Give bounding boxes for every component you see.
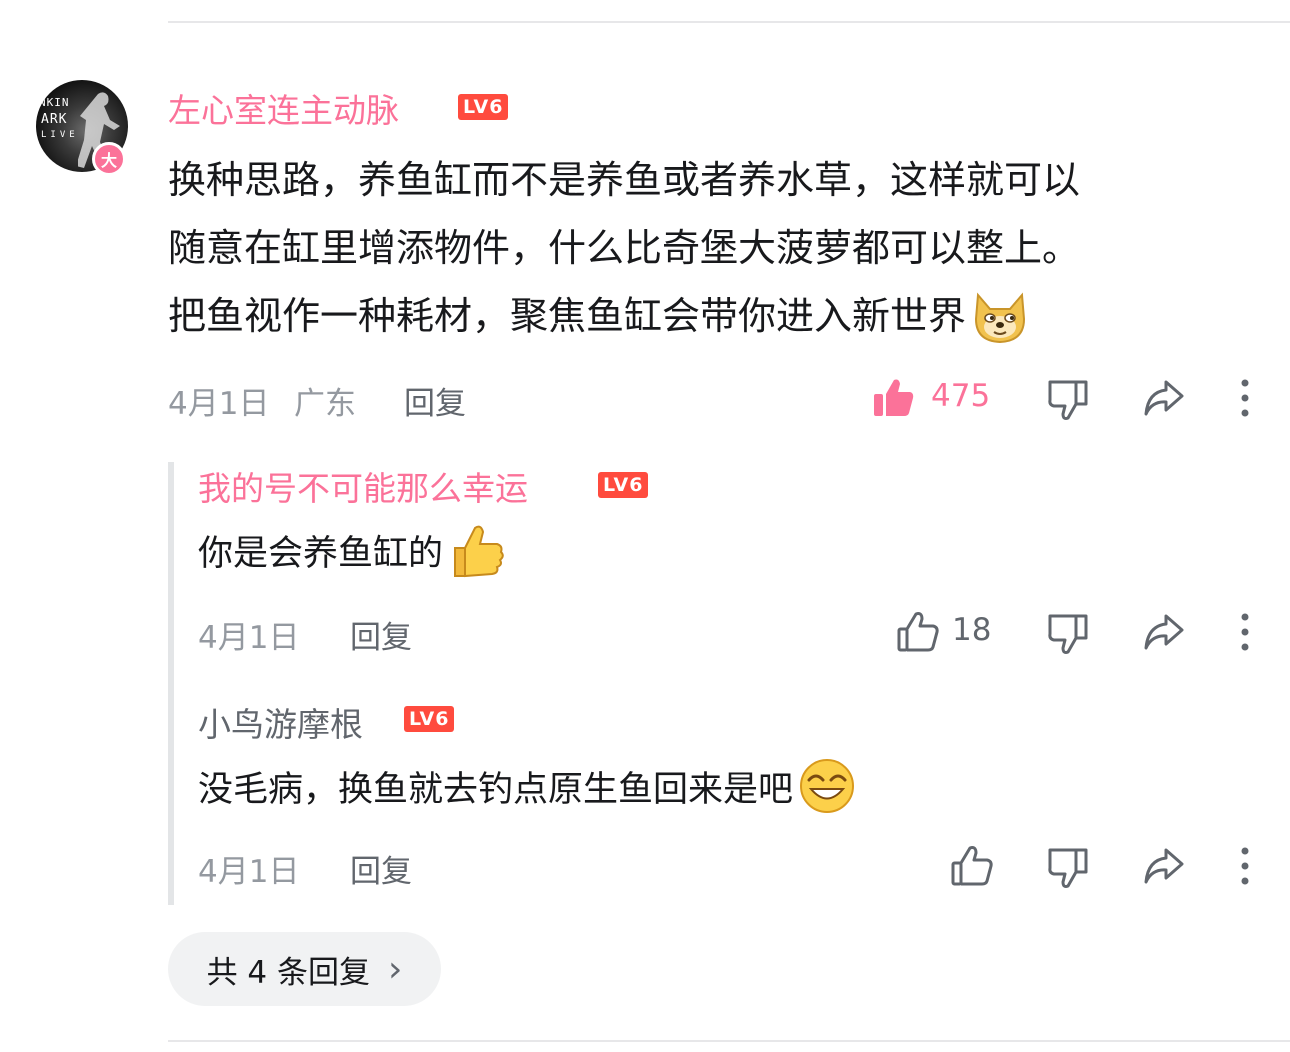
more-options-icon[interactable] xyxy=(1223,844,1267,888)
level-badge: LV6 xyxy=(458,94,509,120)
share-icon[interactable] xyxy=(1142,610,1186,654)
thumbs-up-emoji-icon xyxy=(454,525,504,578)
reply-button[interactable]: 回复 xyxy=(350,846,412,891)
more-options-icon[interactable] xyxy=(1223,610,1267,654)
reply-thread-bar xyxy=(168,462,174,905)
like-icon[interactable] xyxy=(896,610,940,654)
comment-line-1: 换种思路，养鱼缸而不是养鱼或者养水草，这样就可以 xyxy=(168,158,1081,202)
avatar-text-3: LIVE xyxy=(41,130,79,140)
avatar-text-1: NKIN xyxy=(39,96,70,109)
like-icon[interactable] xyxy=(950,844,994,888)
view-all-replies-button[interactable]: 共 4 条回复 › xyxy=(168,932,441,1006)
comment-line-3: 把鱼视作一种耗材，聚焦鱼缸会带你进入新世界 xyxy=(168,294,967,338)
grin-emoji-icon xyxy=(800,759,855,813)
reply-date: 4月1日 xyxy=(198,620,300,656)
avatar-vip-badge: 大 xyxy=(92,142,126,176)
reply-username[interactable]: 小鸟游摩根 xyxy=(198,698,363,746)
reply-button[interactable]: 回复 xyxy=(404,378,466,423)
level-badge: LV6 xyxy=(598,472,649,498)
view-all-replies-label: 共 4 条回复 xyxy=(206,954,371,991)
like-count: 475 xyxy=(931,378,991,414)
comment-date: 4月1日 xyxy=(168,386,270,422)
share-icon[interactable] xyxy=(1142,844,1186,888)
like-filled-icon[interactable] xyxy=(872,376,916,420)
share-icon[interactable] xyxy=(1142,376,1186,420)
comment-line-2: 随意在缸里增添物件，什么比奇堡大菠萝都可以整上。 xyxy=(168,226,1081,270)
bottom-divider xyxy=(168,1040,1290,1042)
dislike-icon[interactable] xyxy=(1046,612,1090,656)
comment-line-3-wrap: 把鱼视作一种耗材，聚焦鱼缸会带你进入新世界 xyxy=(168,282,1268,350)
more-options-icon[interactable] xyxy=(1223,376,1267,420)
top-divider xyxy=(168,21,1290,23)
comment-location: 广东 xyxy=(294,386,356,422)
reply-text: 你是会养鱼缸的 xyxy=(198,534,444,574)
reply-date: 4月1日 xyxy=(198,854,300,890)
doge-emoji-icon xyxy=(975,292,1026,343)
level-badge: LV6 xyxy=(404,706,455,732)
avatar-text-2: ARK xyxy=(41,112,68,127)
comment-content: 换种思路，养鱼缸而不是养鱼或者养水草，这样就可以 随意在缸里增添物件，什么比奇堡… xyxy=(168,146,1268,350)
reply-content: 你是会养鱼缸的 xyxy=(198,525,507,580)
dislike-icon[interactable] xyxy=(1046,846,1090,890)
like-count: 18 xyxy=(952,612,992,648)
dislike-icon[interactable] xyxy=(1046,378,1090,422)
chevron-right-icon: › xyxy=(388,948,403,990)
reply-username[interactable]: 我的号不可能那么幸运 xyxy=(198,462,528,510)
comment-username[interactable]: 左心室连主动脉 xyxy=(168,84,399,132)
reply-text: 没毛病，换鱼就去钓点原生鱼回来是吧 xyxy=(198,770,794,810)
reply-content: 没毛病，换鱼就去钓点原生鱼回来是吧 xyxy=(198,759,857,816)
reply-button[interactable]: 回复 xyxy=(350,612,412,657)
